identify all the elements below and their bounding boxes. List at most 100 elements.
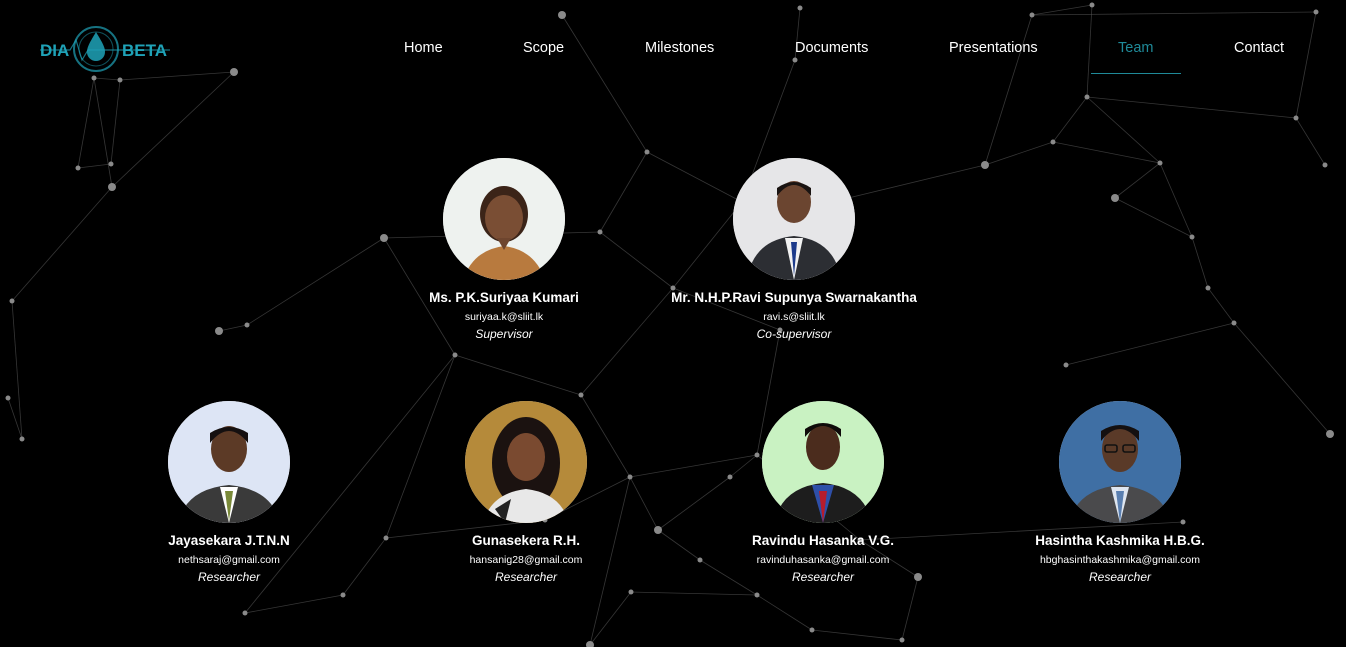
person-photo [762, 401, 884, 523]
network-node [1050, 139, 1056, 145]
avatar [465, 401, 587, 523]
network-node [1063, 362, 1069, 368]
person-photo [443, 158, 565, 280]
team-card-researcher: Jayasekara J.T.N.N nethsaraj@gmail.com R… [99, 401, 359, 584]
member-role: Researcher [494, 570, 558, 584]
network-link [901, 576, 919, 641]
team-card-researcher: Ravindu Hasanka V.G. ravinduhasanka@gmai… [693, 401, 953, 584]
network-link [1086, 96, 1161, 164]
network-node [1322, 162, 1328, 168]
network-node [452, 352, 458, 358]
network-node [215, 327, 223, 335]
network-link [11, 186, 113, 302]
network-node [108, 161, 114, 167]
network-link [1159, 162, 1193, 238]
member-role: Co-supervisor [756, 327, 832, 341]
member-role: Researcher [791, 570, 855, 584]
network-link [110, 79, 121, 165]
nav-team[interactable]: Team [1118, 40, 1153, 56]
member-name: Mr. N.H.P.Ravi Supunya Swarnakantha [671, 290, 917, 305]
nav-presentations[interactable]: Presentations [949, 40, 1038, 56]
network-link [93, 77, 113, 188]
network-node [1293, 115, 1299, 121]
network-link [984, 141, 1054, 166]
network-link [756, 594, 813, 631]
network-link [111, 71, 235, 188]
avatar [443, 158, 565, 280]
team-card-researcher: Gunasekera R.H. hansanig28@gmail.com Res… [396, 401, 656, 584]
network-node [19, 436, 25, 442]
network-node [75, 165, 81, 171]
avatar [762, 401, 884, 523]
member-email: ravinduhasanka@gmail.com [756, 554, 890, 566]
member-email: hansanig28@gmail.com [469, 554, 583, 566]
member-role: Researcher [197, 570, 261, 584]
network-node [644, 149, 650, 155]
network-node [1231, 320, 1237, 326]
member-name: Ms. P.K.Suriyaa Kumari [429, 290, 579, 305]
network-link [1191, 236, 1209, 289]
network-node [5, 395, 11, 401]
team-card-supervisor: Ms. P.K.Suriyaa Kumari suriyaa.k@sliit.l… [374, 158, 634, 341]
network-link [454, 354, 582, 396]
member-name: Ravindu Hasanka V.G. [751, 533, 895, 548]
network-node [108, 183, 116, 191]
network-link [218, 324, 248, 332]
avatar [1059, 401, 1181, 523]
nav-contact[interactable]: Contact [1234, 40, 1284, 56]
member-name: Hasintha Kashmika H.B.G. [1035, 533, 1205, 548]
member-email: ravi.s@sliit.lk [763, 311, 825, 323]
network-link [77, 77, 95, 169]
avatar [168, 401, 290, 523]
member-email: suriyaa.k@sliit.lk [464, 311, 544, 323]
network-node [1084, 94, 1090, 100]
network-link [7, 397, 23, 440]
network-node [383, 535, 389, 541]
network-node [1205, 285, 1211, 291]
network-link [1086, 96, 1297, 119]
main-navigation: Home Scope Milestones Documents Presenta… [0, 0, 1346, 80]
nav-documents[interactable]: Documents [795, 40, 868, 56]
network-node [899, 637, 905, 643]
member-role: Supervisor [475, 327, 533, 341]
network-node [981, 161, 989, 169]
member-role: Researcher [1088, 570, 1152, 584]
network-link [1065, 322, 1235, 366]
network-link [77, 163, 112, 169]
nav-milestones[interactable]: Milestones [645, 40, 714, 56]
nav-active-indicator [1091, 73, 1181, 74]
nav-scope[interactable]: Scope [523, 40, 564, 56]
network-link [1114, 197, 1193, 238]
network-node [578, 392, 584, 398]
member-name: Gunasekera R.H. [471, 533, 581, 548]
network-link [1295, 117, 1326, 166]
member-email: hbghasinthakashmika@gmail.com [1039, 554, 1201, 566]
network-link [1052, 96, 1088, 143]
network-node [9, 298, 15, 304]
network-node [1111, 194, 1119, 202]
network-node [1189, 234, 1195, 240]
network-node [754, 592, 760, 598]
network-node [628, 589, 634, 595]
network-node [242, 610, 248, 616]
avatar [733, 158, 855, 280]
member-name: Jayasekara J.T.N.N [168, 533, 290, 548]
network-node [244, 322, 250, 328]
team-card-co-supervisor: Mr. N.H.P.Ravi Supunya Swarnakantha ravi… [664, 158, 924, 341]
member-email: nethsaraj@gmail.com [178, 554, 280, 566]
network-link [246, 237, 385, 326]
network-link [1052, 141, 1161, 164]
person-photo [465, 401, 587, 523]
person-photo [1059, 401, 1181, 523]
network-node [340, 592, 346, 598]
network-link [1114, 162, 1161, 199]
network-node [1326, 430, 1334, 438]
nav-home[interactable]: Home [404, 40, 443, 56]
person-photo [733, 158, 855, 280]
network-link [1207, 287, 1235, 324]
person-photo [168, 401, 290, 523]
network-node [809, 627, 815, 633]
network-link [11, 300, 23, 440]
network-link [630, 591, 758, 596]
network-node [1157, 160, 1163, 166]
